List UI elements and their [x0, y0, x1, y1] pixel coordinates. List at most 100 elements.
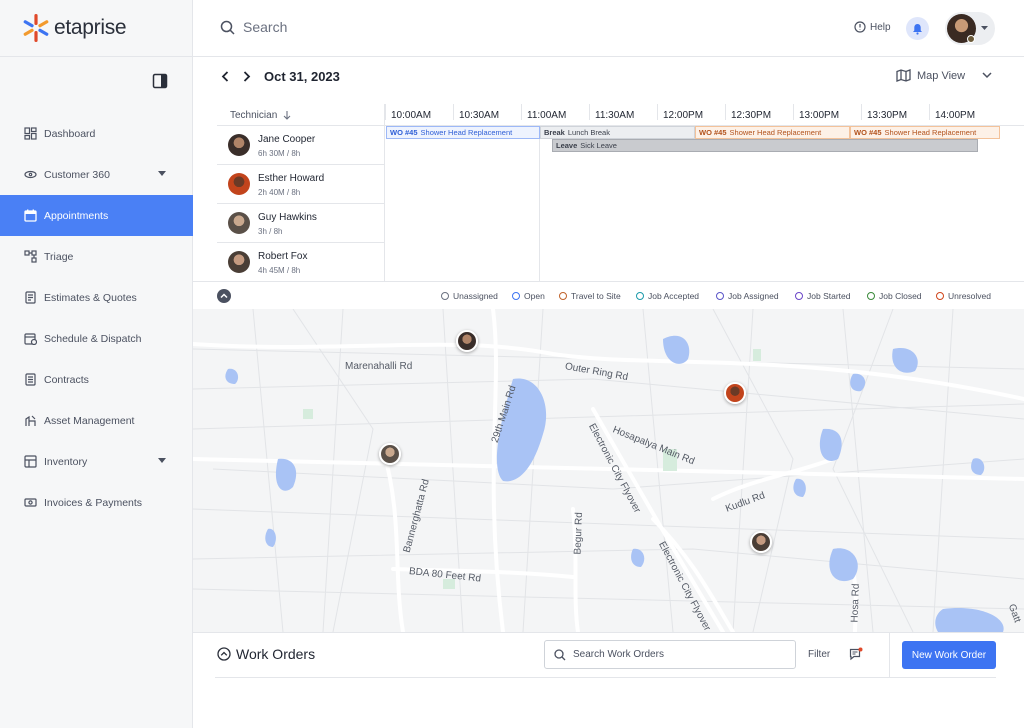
chevron-down-icon [158, 458, 166, 463]
technician-hours: 3h / 8h [258, 227, 283, 236]
date-bar: Oct 31, 2023 Map View [193, 57, 1024, 99]
status-ring-icon [441, 292, 449, 300]
view-label: Map View [917, 69, 966, 82]
road-label: Begur Rd [572, 512, 585, 555]
brand-name: etaprise [54, 16, 127, 39]
collapse-scheduler-button[interactable] [217, 289, 231, 303]
technician-avatar [228, 173, 250, 195]
chevron-down-icon [981, 26, 988, 30]
legend-label: Travel to Site [571, 291, 621, 301]
legend-label: Job Closed [879, 291, 922, 301]
sidebar-item-customer-360[interactable]: Customer 360 [0, 154, 193, 195]
technician-hours: 6h 30M / 8h [258, 149, 301, 158]
event-text: Lunch Break [567, 128, 610, 137]
technician-name: Robert Fox [258, 251, 308, 262]
divider [215, 677, 996, 678]
event-tag: Break [544, 128, 565, 137]
event-text: Shower Head Replacement [729, 128, 822, 137]
event-block[interactable]: Break Lunch Break [540, 126, 695, 139]
bell-icon [913, 23, 922, 35]
legend-item: Travel to Site [559, 291, 621, 301]
legend-item: Job Closed [867, 291, 922, 301]
legend-item: Unassigned [441, 291, 498, 301]
event-block[interactable]: WO #45 Shower Head Replacement [386, 126, 540, 139]
technician-column: Technician Jane Cooper 6h 30M / 8h Esthe… [217, 104, 385, 281]
sidebar-item-label: Estimates & Quotes [44, 291, 137, 304]
technician-row[interactable]: Guy Hawkins 3h / 8h [217, 204, 384, 243]
sidebar-item-appointments[interactable]: Appointments [0, 195, 193, 236]
time-slot: 12:00PM [657, 104, 703, 121]
technician-pin[interactable] [724, 382, 746, 404]
event-block[interactable]: WO #45 Shower Head Replacement [850, 126, 1000, 139]
time-slot: 10:00AM [385, 104, 431, 121]
status-ring-icon [636, 292, 644, 300]
sidebar-item-invoices-payments[interactable]: Invoices & Payments [0, 482, 193, 523]
sidebar-nav: Dashboard Customer 360 Appointments Tria… [0, 113, 193, 523]
inventory-icon [24, 455, 37, 468]
chevron-up-icon [220, 293, 228, 299]
sidebar-item-label: Invoices & Payments [44, 496, 143, 509]
road-label: Marenahalli Rd [345, 361, 413, 372]
search-icon [554, 648, 566, 660]
technician-header[interactable]: Technician [217, 104, 384, 126]
status-ring-icon [867, 292, 875, 300]
technician-row[interactable]: Robert Fox 4h 45M / 8h [217, 243, 384, 281]
technician-name: Jane Cooper [258, 134, 316, 145]
event-tag: Leave [556, 141, 578, 150]
sidebar-item-inventory[interactable]: Inventory [0, 441, 193, 482]
status-dot [967, 35, 975, 43]
notifications-button[interactable] [906, 17, 929, 40]
current-date: Oct 31, 2023 [264, 69, 340, 84]
event-block[interactable]: Leave Sick Leave [552, 139, 978, 152]
help-label: Help [870, 21, 891, 33]
chevron-right-icon[interactable] [243, 71, 251, 82]
customer-icon [24, 170, 37, 179]
status-ring-icon [795, 292, 803, 300]
schedule-icon [24, 333, 37, 345]
sidebar-item-estimates-quotes[interactable]: Estimates & Quotes [0, 277, 193, 318]
status-legend: Unassigned Open Travel to Site Job Accep… [193, 281, 1024, 309]
chevron-left-icon[interactable] [221, 71, 229, 82]
technician-name: Guy Hawkins [258, 212, 317, 223]
sidebar-item-contracts[interactable]: Contracts [0, 359, 193, 400]
view-selector[interactable]: Map View [896, 69, 965, 82]
technician-pin[interactable] [456, 330, 478, 352]
work-orders-search-input[interactable]: Search Work Orders [544, 640, 796, 669]
triage-icon [24, 250, 37, 263]
sidebar-item-schedule-dispatch[interactable]: Schedule & Dispatch [0, 318, 193, 359]
sidebar-item-label: Schedule & Dispatch [44, 332, 142, 345]
help-button[interactable]: Help [854, 21, 891, 33]
chevron-down-icon[interactable] [982, 72, 992, 79]
filter-button[interactable]: Filter [808, 649, 830, 660]
feedback-icon[interactable] [849, 647, 863, 661]
technician-row[interactable]: Esther Howard 2h 40M / 8h [217, 165, 384, 204]
time-slot: 13:00PM [793, 104, 839, 121]
legend-label: Unresolved [948, 291, 991, 301]
status-ring-icon [936, 292, 944, 300]
event-block[interactable]: WO #45 Shower Head Replacement [695, 126, 850, 139]
work-orders-panel: Work Orders Search Work Orders Filter Ne… [193, 632, 1024, 728]
time-slot: 11:30AM [589, 104, 634, 121]
sidebar-item-label: Dashboard [44, 127, 96, 140]
technician-pin[interactable] [750, 531, 772, 553]
brand-logo[interactable]: etaprise [22, 13, 127, 43]
asset-icon [25, 415, 36, 426]
sidebar-item-label: Inventory [44, 455, 88, 468]
technician-map[interactable]: Marenahalli Rd Outer Ring Rd 29th Main R… [193, 309, 1024, 632]
work-orders-toggle[interactable]: Work Orders [217, 646, 315, 662]
sidebar-divider [0, 56, 192, 57]
technician-pin[interactable] [379, 443, 401, 465]
sidebar-item-asset-management[interactable]: Asset Management [0, 400, 193, 441]
collapse-sidebar-icon[interactable] [152, 73, 168, 89]
divider [889, 633, 890, 677]
global-search-input[interactable]: Search [220, 19, 287, 35]
event-tag: WO #45 [699, 128, 727, 137]
sort-arrow-icon [283, 111, 291, 120]
user-profile-menu[interactable] [945, 12, 995, 45]
technician-row[interactable]: Jane Cooper 6h 30M / 8h [217, 126, 384, 165]
sidebar-item-triage[interactable]: Triage [0, 236, 193, 277]
new-work-order-button[interactable]: New Work Order [902, 641, 996, 669]
technician-scheduler: Technician Jane Cooper 6h 30M / 8h Esthe… [217, 104, 1024, 281]
sidebar-item-dashboard[interactable]: Dashboard [0, 113, 193, 154]
time-slot: 12:30PM [725, 104, 771, 121]
